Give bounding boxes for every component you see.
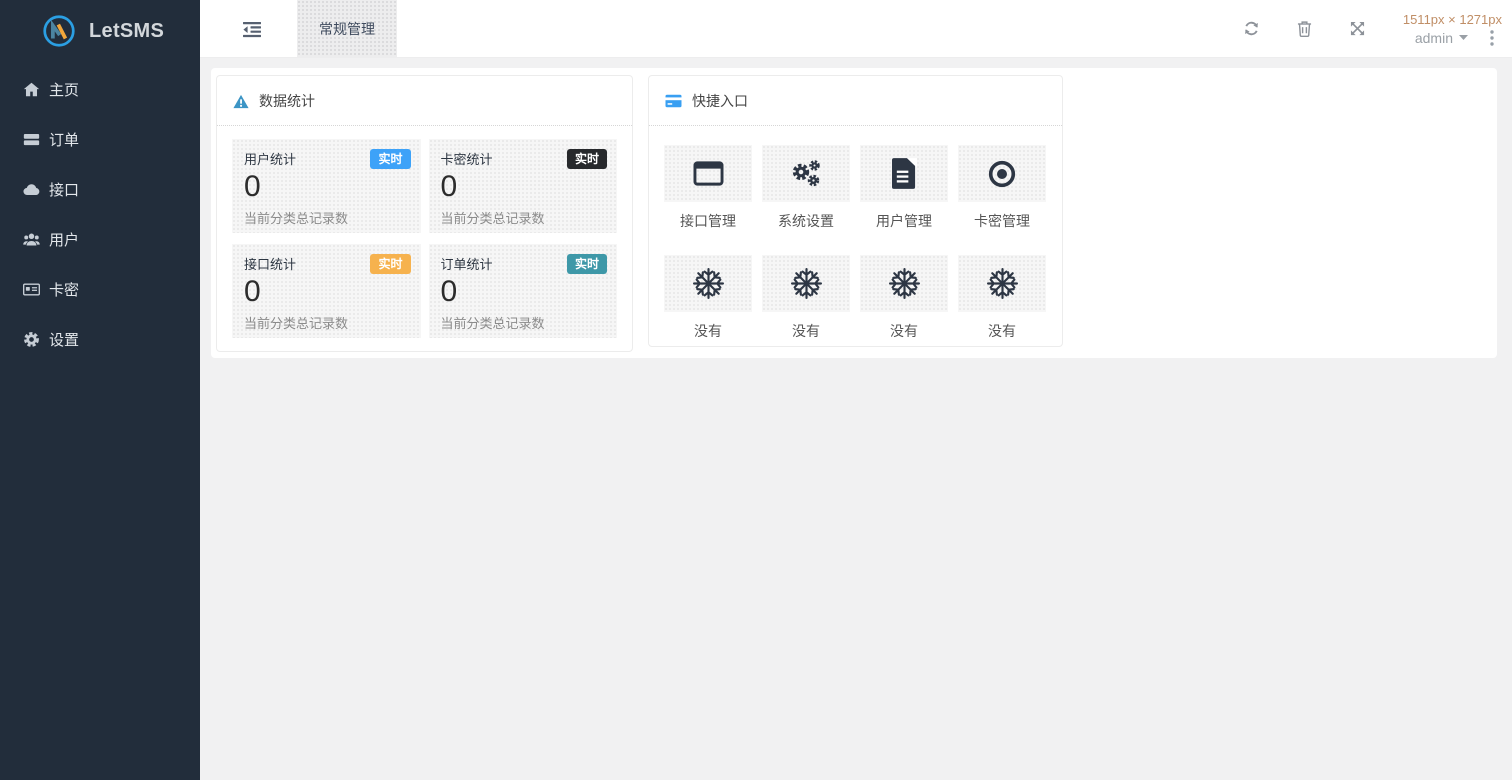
stats-card: 数据统计 用户统计 实时 0 当前分类总记录数 卡密统计 实时 0 当前分类总记… <box>216 75 633 352</box>
app-window: LetSMS 主页 订单 接口 用户 卡密 设置 常规管理 1511px × 1… <box>0 0 1512 780</box>
dot-circle-icon <box>958 145 1046 202</box>
sidebar-item-cards[interactable]: 卡密 <box>0 264 200 314</box>
snowflake-icon <box>958 255 1046 312</box>
quick-card-title: 快捷入口 <box>692 93 748 109</box>
quick-tiles-grid: 接口管理 系统设置 用户管理 卡密管理 没有 没有 没有 没有 <box>649 126 1062 360</box>
tile-label: 没有 <box>792 323 820 339</box>
quick-tile-card-management[interactable]: 卡密管理 <box>958 145 1046 231</box>
status-badge: 实时 <box>566 254 607 274</box>
stat-box-interfaces: 接口统计 实时 0 当前分类总记录数 <box>232 244 421 338</box>
quick-tile-none-3[interactable]: 没有 <box>860 255 948 341</box>
user-block: 1511px × 1271px admin <box>1403 12 1502 46</box>
quick-tile-none-4[interactable]: 没有 <box>958 255 1046 341</box>
admin-row: admin <box>1403 30 1502 46</box>
stat-box-cards: 卡密统计 实时 0 当前分类总记录数 <box>428 139 617 233</box>
content-area: 数据统计 用户统计 实时 0 当前分类总记录数 卡密统计 实时 0 当前分类总记… <box>200 58 1512 780</box>
stat-value: 0 <box>244 170 261 203</box>
sidebar-item-label: 设置 <box>49 331 80 349</box>
cogs-icon <box>762 145 850 202</box>
gear-icon <box>22 330 40 348</box>
file-icon <box>860 145 948 202</box>
sidebar-toggle-button[interactable] <box>243 20 261 38</box>
brand-name: LetSMS <box>89 19 165 42</box>
tile-label: 系统设置 <box>778 213 834 229</box>
user-menu[interactable]: admin <box>1415 30 1453 46</box>
quick-card-header: 快捷入口 <box>649 76 1062 126</box>
stat-subtitle: 当前分类总记录数 <box>244 316 349 331</box>
stat-value: 0 <box>244 275 261 308</box>
server-icon <box>22 130 40 148</box>
stat-value: 0 <box>440 275 458 308</box>
tab-general-management[interactable]: 常规管理 <box>297 0 397 57</box>
status-badge: 实时 <box>370 254 411 274</box>
main-area: 常规管理 1511px × 1271px admin 数据统计 用户统计 实时 … <box>200 0 1512 780</box>
stat-box-orders: 订单统计 实时 0 当前分类总记录数 <box>428 244 617 338</box>
chevron-down-icon[interactable] <box>1459 35 1468 40</box>
sidebar-item-orders[interactable]: 订单 <box>0 114 200 164</box>
id-card-icon <box>22 280 40 298</box>
snowflake-icon <box>860 255 948 312</box>
sidebar-item-users[interactable]: 用户 <box>0 214 200 264</box>
quick-tile-interface-management[interactable]: 接口管理 <box>664 145 752 231</box>
stat-box-users: 用户统计 实时 0 当前分类总记录数 <box>232 139 421 233</box>
sidebar-item-home[interactable]: 主页 <box>0 64 200 114</box>
sidebar-nav: 主页 订单 接口 用户 卡密 设置 <box>0 62 200 364</box>
sidebar-item-interfaces[interactable]: 接口 <box>0 164 200 214</box>
topbar-right: 1511px × 1271px admin <box>1244 0 1512 57</box>
stats-card-title: 数据统计 <box>259 93 315 109</box>
users-icon <box>22 230 40 248</box>
sidebar-item-label: 订单 <box>49 131 80 149</box>
stat-subtitle: 当前分类总记录数 <box>244 211 349 226</box>
sidebar-item-settings[interactable]: 设置 <box>0 314 200 364</box>
viewport-size-label: 1511px × 1271px <box>1402 11 1502 27</box>
quick-tile-system-settings[interactable]: 系统设置 <box>762 145 850 231</box>
trash-button[interactable] <box>1297 20 1312 37</box>
sidebar-item-label: 用户 <box>49 231 80 249</box>
quick-tile-none-1[interactable]: 没有 <box>664 255 752 341</box>
brand-logo-icon <box>43 15 75 47</box>
content-panel: 数据统计 用户统计 实时 0 当前分类总记录数 卡密统计 实时 0 当前分类总记… <box>211 68 1497 358</box>
refresh-button[interactable] <box>1244 20 1259 37</box>
tile-label: 没有 <box>988 323 1016 339</box>
stats-grid: 用户统计 实时 0 当前分类总记录数 卡密统计 实时 0 当前分类总记录数 接口… <box>217 126 632 351</box>
stat-subtitle: 当前分类总记录数 <box>440 316 545 331</box>
stat-subtitle: 当前分类总记录数 <box>440 211 545 226</box>
status-badge: 实时 <box>566 149 607 169</box>
sidebar-item-label: 卡密 <box>49 281 80 299</box>
brand: LetSMS <box>0 0 200 62</box>
expand-icon[interactable] <box>1350 20 1365 37</box>
sidebar: LetSMS 主页 订单 接口 用户 卡密 设置 <box>0 0 200 780</box>
warning-icon <box>233 94 249 108</box>
tile-label: 没有 <box>890 323 918 339</box>
topbar: 常规管理 1511px × 1271px admin <box>200 0 1512 58</box>
tile-label: 接口管理 <box>680 213 736 229</box>
status-badge: 实时 <box>370 149 411 169</box>
snowflake-icon <box>664 255 752 312</box>
snowflake-icon <box>762 255 850 312</box>
quick-tile-none-2[interactable]: 没有 <box>762 255 850 341</box>
cloud-icon <box>22 180 40 198</box>
tab-label: 常规管理 <box>319 20 375 37</box>
credit-card-icon <box>665 94 682 108</box>
home-icon <box>22 80 40 98</box>
stats-card-header: 数据统计 <box>217 76 632 126</box>
stat-value: 0 <box>440 170 458 203</box>
quick-entry-card: 快捷入口 接口管理 系统设置 用户管理 卡密管理 没有 没有 没有 没有 <box>648 75 1063 347</box>
tile-label: 没有 <box>694 323 722 339</box>
quick-tile-user-management[interactable]: 用户管理 <box>860 145 948 231</box>
window-icon <box>664 145 752 202</box>
sidebar-item-label: 接口 <box>49 181 80 199</box>
kebab-menu-icon[interactable] <box>1490 29 1494 46</box>
tile-label: 用户管理 <box>876 213 932 229</box>
tile-label: 卡密管理 <box>974 213 1030 229</box>
sidebar-item-label: 主页 <box>49 81 80 99</box>
